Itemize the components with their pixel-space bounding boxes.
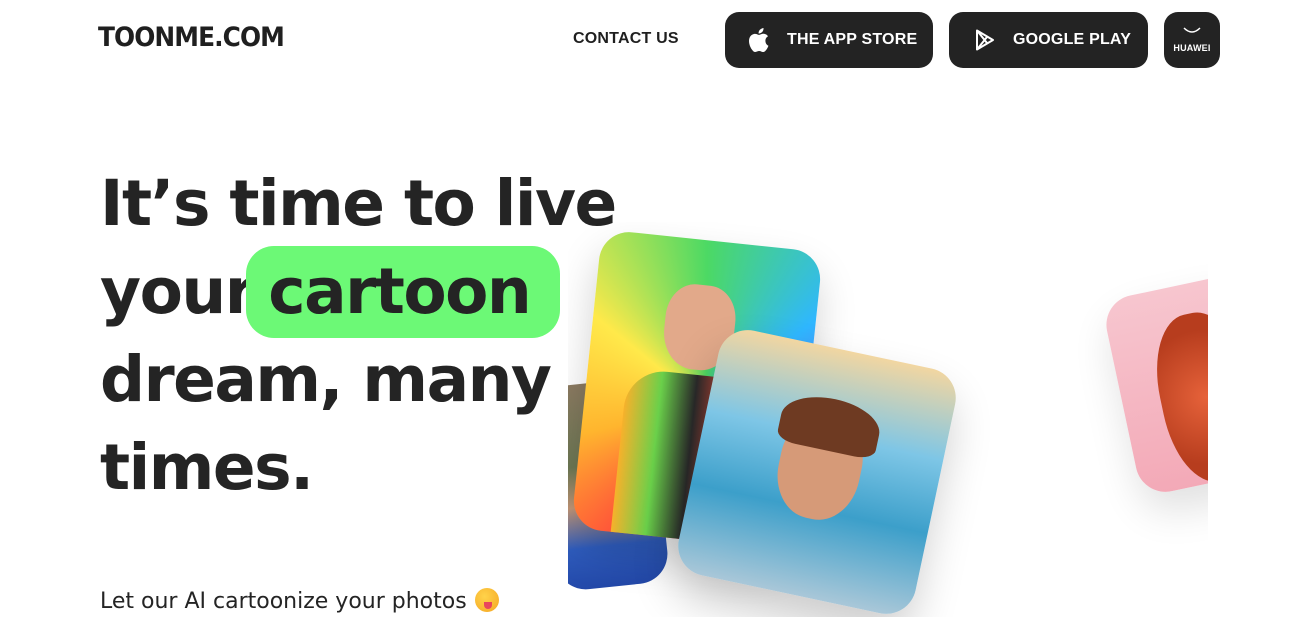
app-store-label: THE APP STORE bbox=[787, 31, 918, 48]
headline-highlight: cartoon bbox=[246, 246, 561, 338]
site-logo[interactable]: TOONME.COM bbox=[98, 22, 285, 53]
painted-portrait-card bbox=[672, 324, 962, 617]
contact-us-link[interactable]: CONTACT US bbox=[573, 30, 679, 48]
headline-line-3: dream, many bbox=[100, 343, 552, 416]
huawei-icon bbox=[1183, 27, 1201, 35]
google-play-icon bbox=[975, 29, 995, 51]
app-store-button[interactable]: THE APP STORE bbox=[725, 12, 933, 68]
curly-hair-portrait-card bbox=[1100, 270, 1208, 498]
tongue-emoji-icon bbox=[474, 588, 499, 612]
hero-subtitle: Let our AI cartoonize your photos bbox=[100, 588, 499, 614]
google-play-label: GOOGLE PLAY bbox=[1013, 31, 1132, 48]
apple-icon bbox=[749, 28, 769, 52]
headline-line-1: It’s time to live bbox=[100, 167, 617, 240]
headline-line-2: your cartoon bbox=[100, 246, 620, 338]
cartoon-showcase bbox=[568, 222, 1208, 617]
hero-subtitle-text: Let our AI cartoonize your photos bbox=[100, 589, 467, 614]
google-play-button[interactable]: GOOGLE PLAY bbox=[949, 12, 1148, 68]
huawei-button[interactable]: HUAWEI bbox=[1164, 12, 1220, 68]
headline-your: your bbox=[100, 255, 256, 328]
huawei-label: HUAWEI bbox=[1173, 43, 1211, 53]
headline-line-4: times. bbox=[100, 431, 314, 504]
hero-headline: It’s time to live your cartoon dream, man… bbox=[100, 160, 620, 512]
